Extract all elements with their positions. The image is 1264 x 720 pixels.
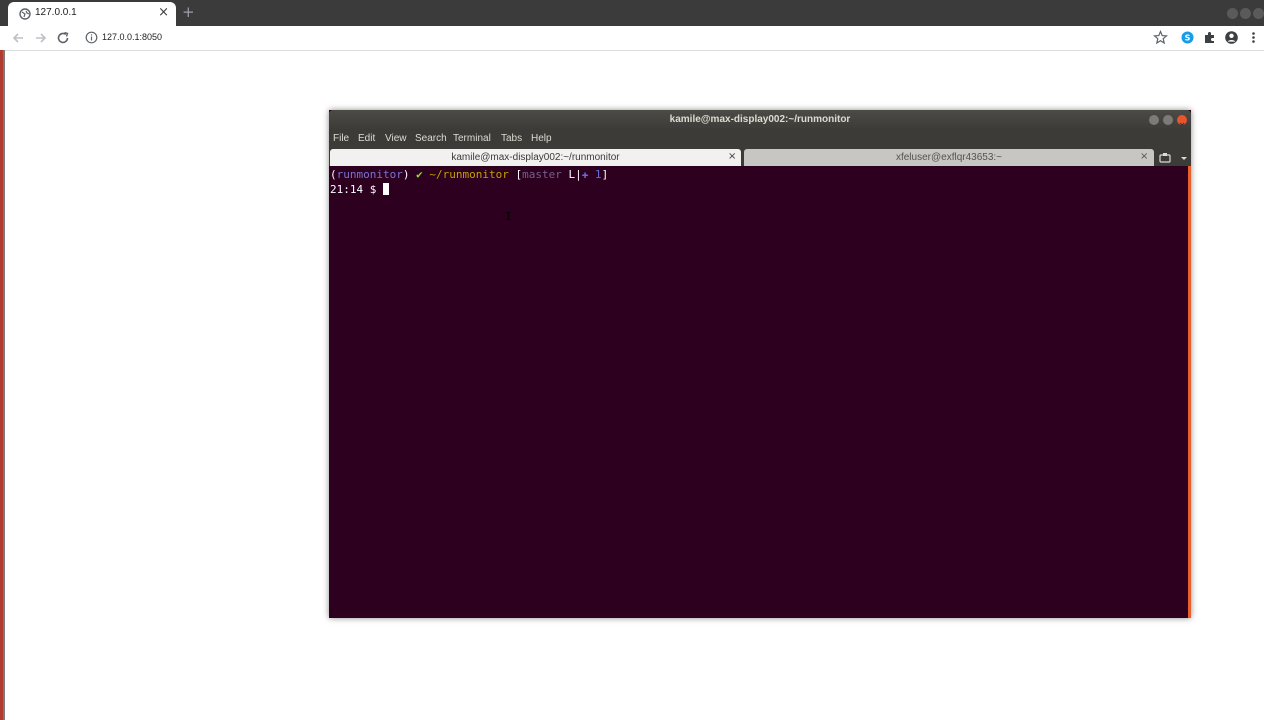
terminal-tab-bar: kamile@max-display002:~/runmonitor × xfe… — [329, 148, 1191, 166]
terminal-close-button[interactable] — [1177, 115, 1187, 128]
close-icon[interactable]: × — [728, 151, 736, 163]
forward-arrow-icon[interactable] — [33, 30, 49, 46]
reload-icon[interactable] — [55, 30, 71, 46]
menu-icon[interactable] — [1246, 30, 1261, 45]
git-branch: master — [522, 168, 569, 181]
terminal-tab-inactive[interactable]: xfeluser@exflqr43653:~ × — [744, 149, 1154, 166]
browser-toolbar: 127.0.0.1:8050 S — [0, 26, 1264, 51]
info-icon[interactable] — [85, 31, 98, 44]
browser-tab-strip: 127.0.0.1 × + — [0, 0, 1264, 26]
terminal-right-edge — [1188, 166, 1191, 618]
prompt-path: ~/runmonitor — [429, 168, 516, 181]
terminal-menubar: File Edit View Search Terminal Tabs Help — [329, 130, 1191, 148]
prompt-bracket: ] — [601, 168, 609, 181]
menu-file[interactable]: File — [333, 133, 349, 144]
mouse-ibeam-cursor-icon: I — [505, 210, 512, 223]
new-tab-button[interactable]: + — [182, 3, 195, 21]
skype-icon[interactable]: S — [1180, 30, 1195, 45]
terminal-minimize-button[interactable] — [1149, 115, 1159, 125]
terminal-tab-label: kamile@max-display002:~/runmonitor — [451, 152, 620, 163]
close-tab-icon[interactable]: × — [158, 5, 169, 21]
address-bar-input[interactable]: 127.0.0.1:8050 — [102, 32, 162, 42]
text-cursor — [382, 183, 389, 195]
globe-icon — [19, 8, 31, 20]
terminal-titlebar[interactable]: kamile@max-display002:~/runmonitor — [329, 110, 1191, 130]
profile-icon[interactable] — [1224, 30, 1239, 45]
prompt-time: 21:14 $ — [330, 183, 383, 196]
terminal-window: kamile@max-display002:~/runmonitor File … — [329, 110, 1191, 618]
menu-search[interactable]: Search — [415, 133, 447, 144]
close-window-button[interactable] — [1253, 8, 1264, 19]
git-changes: ✚ 1 — [581, 168, 602, 181]
browser-tab-title: 127.0.0.1 — [35, 7, 77, 18]
menu-view[interactable]: View — [385, 133, 407, 144]
star-icon[interactable] — [1153, 30, 1168, 45]
prompt-line-2: 21:14 $ — [330, 183, 389, 197]
close-icon[interactable]: × — [1140, 151, 1148, 163]
extensions-icon[interactable] — [1202, 30, 1217, 45]
check-icon: ✔ — [416, 168, 430, 181]
terminal-tab-active[interactable]: kamile@max-display002:~/runmonitor × — [330, 149, 741, 166]
svg-text:S: S — [1185, 34, 1191, 43]
menu-help[interactable]: Help — [531, 133, 552, 144]
prompt-paren: ) — [402, 168, 417, 181]
prompt-line-1: (runmonitor) ✔ ~/runmonitor [master L|✚ … — [330, 168, 608, 182]
terminal-output-area[interactable]: (runmonitor) ✔ ~/runmonitor [master L|✚ … — [329, 166, 1188, 618]
terminal-window-title: kamile@max-display002:~/runmonitor — [669, 114, 851, 125]
virtualenv-name: runmonitor — [336, 168, 403, 181]
browser-tab[interactable]: 127.0.0.1 × — [8, 2, 176, 26]
prompt-paren: ( — [330, 168, 337, 181]
left-window-edge — [0, 50, 5, 720]
maximize-window-button[interactable] — [1240, 8, 1251, 19]
terminal-tab-label: xfeluser@exflqr43653:~ — [895, 152, 1003, 163]
menu-tabs[interactable]: Tabs — [501, 133, 522, 144]
git-separator: | — [575, 168, 582, 181]
back-arrow-icon[interactable] — [10, 30, 26, 46]
minimize-window-button[interactable] — [1227, 8, 1238, 19]
tab-list-chevron-icon[interactable] — [1178, 152, 1190, 164]
menu-edit[interactable]: Edit — [358, 133, 375, 144]
menu-terminal[interactable]: Terminal — [453, 133, 491, 144]
terminal-maximize-button[interactable] — [1163, 115, 1173, 125]
new-tab-icon[interactable] — [1159, 152, 1171, 164]
